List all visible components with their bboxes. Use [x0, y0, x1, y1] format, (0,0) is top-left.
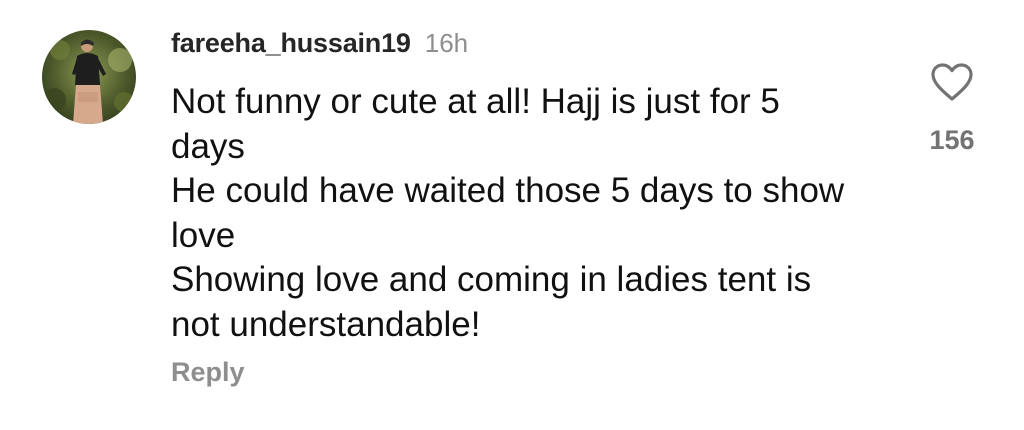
- comment-line: not understandable!: [171, 304, 481, 344]
- avatar-image: [42, 30, 136, 124]
- username-link[interactable]: fareeha_hussain19: [171, 28, 411, 59]
- reply-button[interactable]: Reply: [171, 357, 245, 388]
- timestamp: 16h: [424, 28, 469, 58]
- comment: fareeha_hussain19 16h Not funny or cute …: [0, 0, 1024, 430]
- like-count: 156: [929, 125, 975, 155]
- comment-line: days: [171, 126, 245, 166]
- heart-outline-icon[interactable]: [930, 62, 974, 107]
- comment-header: fareeha_hussain19 16h: [171, 28, 468, 62]
- comment-line: Not funny or cute at all! Hajj is just f…: [171, 82, 780, 121]
- comment-text: Not funny or cute at all! Hajj is just f…: [171, 80, 891, 347]
- comment-line: love: [171, 215, 236, 255]
- comment-line: He could have waited those 5 days to sho…: [171, 171, 845, 210]
- avatar[interactable]: [42, 30, 136, 124]
- like-control: 156: [910, 62, 994, 156]
- comment-line: Showing love and coming in ladies tent i…: [171, 260, 812, 299]
